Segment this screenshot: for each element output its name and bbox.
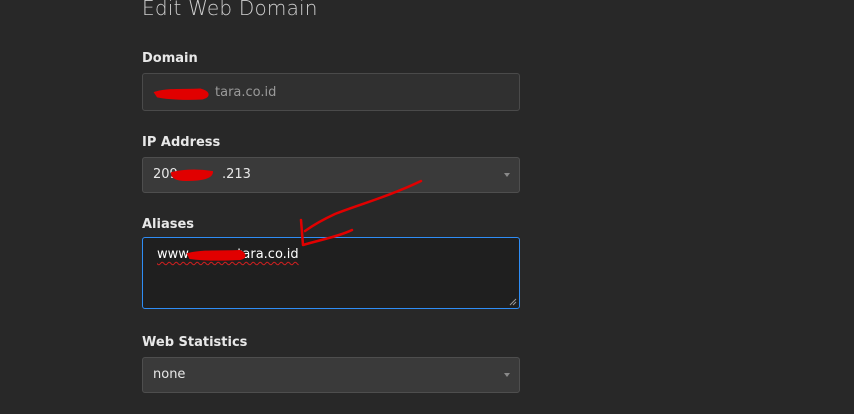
aliases-label: Aliases	[142, 217, 195, 232]
web-statistics-select[interactable]: none	[142, 357, 520, 393]
web-statistics-label: Web Statistics	[142, 335, 248, 350]
ip-address-value-suffix: .213	[221, 167, 251, 182]
web-statistics-value: none	[153, 367, 186, 382]
domain-field[interactable]: tara.co.id	[142, 73, 520, 111]
page-title: Edit Web Domain	[142, 0, 318, 20]
ip-address-select[interactable]: 209. .213	[142, 157, 520, 193]
ip-address-value-prefix: 209.	[153, 167, 182, 182]
chevron-down-icon	[504, 173, 510, 177]
chevron-down-icon	[504, 373, 510, 377]
ip-address-label: IP Address	[142, 135, 221, 150]
domain-value: tara.co.id	[215, 85, 277, 100]
aliases-value: www. tara.co.id	[157, 247, 299, 262]
aliases-textarea[interactable]: www. tara.co.id	[142, 237, 520, 309]
annotation-overlay	[153, 88, 423, 261]
resize-grip-icon[interactable]	[509, 298, 517, 306]
domain-label: Domain	[142, 51, 198, 66]
